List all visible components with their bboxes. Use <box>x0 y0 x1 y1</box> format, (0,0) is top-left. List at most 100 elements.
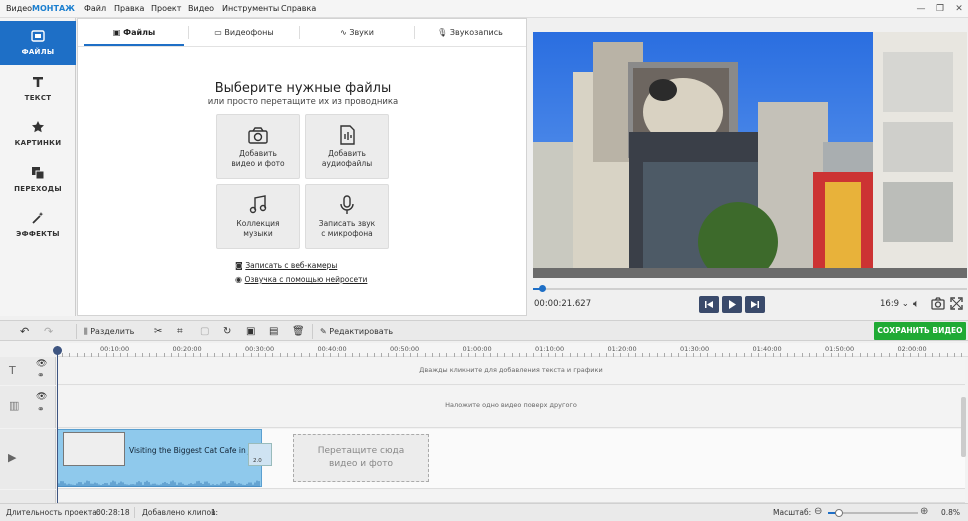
text-track-hint: Дважды кликните для добавления текста и … <box>419 366 603 374</box>
webcam-link-row[interactable]: ◙ Записать с веб-камеры <box>235 261 337 270</box>
overlay-track-header: ▥ 👁︎ ⚭ <box>0 386 56 428</box>
tab-video-backgrounds[interactable]: ▭ Видеофоны <box>190 19 298 46</box>
menu-tools[interactable]: Инструменты <box>222 4 279 13</box>
skip-back-icon <box>705 301 713 308</box>
video-track-header: ▶ <box>0 429 56 489</box>
menu-edit[interactable]: Правка <box>114 4 144 13</box>
panel-heading: Выберите нужные файлы <box>214 81 392 96</box>
split-button[interactable]: ⫼ Разделить <box>84 325 134 338</box>
undo-icon[interactable]: ↶ <box>20 325 29 338</box>
audio-track-header <box>0 490 56 503</box>
edit-button[interactable]: ✎ Редактировать <box>320 325 393 338</box>
clips-count-label: Добавлено клипов: <box>142 508 219 517</box>
zoom-value: 0.8% <box>941 508 961 517</box>
cut-icon[interactable]: ✂ <box>154 325 162 338</box>
tab-sound-recording[interactable]: 🎙 Звукозапись <box>416 19 524 46</box>
transitions-icon <box>32 167 45 180</box>
menu-help[interactable]: Справка <box>281 4 316 13</box>
scrubber-handle[interactable] <box>538 285 546 292</box>
menu-video[interactable]: Видео <box>188 4 214 13</box>
tab-sounds[interactable]: ∿ Звуки <box>301 19 413 46</box>
record-webcam-link[interactable]: Записать с веб-камеры <box>245 261 337 270</box>
ai-voice-icon: ◉ <box>235 275 245 284</box>
sidebar-item-files[interactable]: ФАЙЛЫ <box>0 21 76 65</box>
link-icon[interactable]: ⚭ <box>37 405 45 415</box>
fullscreen-icon[interactable] <box>950 297 963 312</box>
add-audio-button[interactable]: Добавить аудиофайлы <box>305 114 389 179</box>
timeline-ruler[interactable]: 00:10:00 00:20:00 00:30:00 00:40:00 00:50:00… <box>58 343 968 357</box>
audio-waveform <box>58 480 260 487</box>
film-icon: ▭ <box>214 28 225 37</box>
menu-project[interactable]: Проект <box>151 4 181 13</box>
status-divider <box>134 507 135 518</box>
properties-icon[interactable]: ▤ <box>269 325 278 338</box>
crop-icon[interactable]: ⌗ <box>177 325 183 338</box>
ai-voiceover-link[interactable]: Озвучка с помощью нейросети <box>245 275 368 284</box>
add-video-photo-button[interactable]: Добавить видео и фото <box>216 114 300 179</box>
video-clip[interactable]: Visiting the Biggest Cat Cafe in Japa 2.… <box>57 429 272 487</box>
eye-icon[interactable]: 👁︎ <box>36 392 47 402</box>
audio-track[interactable] <box>57 490 965 503</box>
sidebar-item-effects[interactable]: ЭФФЕКТЫ <box>3 203 73 247</box>
previous-frame-button[interactable] <box>699 296 719 313</box>
play-button[interactable] <box>722 296 742 313</box>
next-frame-button[interactable] <box>745 296 765 313</box>
rotate-icon[interactable]: ↻ <box>223 325 231 338</box>
zoom-label: Масштаб: <box>773 508 812 517</box>
zoom-out-icon[interactable]: ⊖ <box>814 506 822 517</box>
tab-files[interactable]: ▣ Файлы <box>84 19 184 46</box>
menu-file[interactable]: Файл <box>84 4 106 13</box>
sidebar-item-transitions[interactable]: ПЕРЕХОДЫ <box>3 158 73 202</box>
volume-icon[interactable]: 🔈︎ <box>913 297 920 311</box>
frame-icon[interactable]: ▣ <box>246 325 255 338</box>
delete-icon[interactable]: 🗑︎ <box>292 325 305 338</box>
image-icon: ▣ <box>112 28 124 37</box>
minimize-icon[interactable]: — <box>914 3 928 15</box>
ruler-tick-label: 01:50:00 <box>825 345 855 353</box>
transition-thumbnail[interactable]: 2.0 <box>248 443 272 466</box>
overlay-track-hint: Наложите одно видео поверх другого <box>445 401 577 409</box>
record-microphone-button[interactable]: Записать звук с микрофона <box>305 184 389 249</box>
ruler-tick-label: 00:50:00 <box>390 345 420 353</box>
redo-icon[interactable]: ↷ <box>44 325 53 338</box>
duration-label: Длительность проекта: <box>6 508 100 517</box>
timeline-scrollbar[interactable] <box>961 397 966 457</box>
tab-divider <box>188 26 189 39</box>
sidebar-item-images[interactable]: КАРТИНКИ <box>3 112 73 156</box>
close-icon[interactable]: ✕ <box>952 3 966 15</box>
playhead-handle[interactable] <box>53 346 62 355</box>
zoom-slider-handle[interactable] <box>834 509 843 517</box>
film-strip-icon: ▥ <box>9 399 20 412</box>
ruler-tick-label: 02:00:00 <box>897 345 927 353</box>
save-video-button[interactable]: СОХРАНИТЬ ВИДЕО <box>874 322 966 340</box>
aspect-icon[interactable]: ▢ <box>200 325 209 338</box>
overlay-track[interactable]: Наложите одно видео поверх другого <box>57 386 965 428</box>
voiceover-link-row[interactable]: ◉ Озвучка с помощью нейросети <box>235 275 367 284</box>
ruler-tick-label: 00:20:00 <box>172 345 202 353</box>
edit-toolbar: ↶ ↷ ⫼ Разделить ✂ ⌗ ▢ ↻ ▣ ▤ 🗑︎ ✎ Редакти… <box>0 320 968 341</box>
clips-count-value: 1 <box>211 508 216 517</box>
tab-divider <box>414 26 415 39</box>
ruler-tick-label: 00:30:00 <box>245 345 275 353</box>
sidebar: ФАЙЛЫ ТЕКСТ КАРТИНКИ ПЕРЕХОДЫ ЭФФЕКТЫ <box>0 18 76 316</box>
clip-title: Visiting the Biggest Cat Cafe in Japa <box>129 446 251 455</box>
panel-subheading: или просто перетащите их из проводника <box>207 97 399 107</box>
eye-icon[interactable]: 👁︎ <box>36 359 47 369</box>
aspect-ratio-select[interactable]: 16:9 ⌄ <box>880 299 909 309</box>
zoom-in-icon[interactable]: ⊕ <box>920 506 928 517</box>
link-icon[interactable]: ⚭ <box>37 371 45 381</box>
ruler-tick-label: 01:20:00 <box>607 345 637 353</box>
snapshot-icon[interactable] <box>931 297 945 312</box>
drop-zone[interactable]: Перетащите сюда видео и фото <box>293 434 429 482</box>
chevron-down-icon: ⌄ <box>901 299 909 309</box>
audio-file-icon <box>340 125 355 145</box>
video-preview[interactable] <box>533 32 967 278</box>
video-frame-image <box>533 32 967 278</box>
text-track[interactable]: Дважды кликните для добавления текста и … <box>57 357 965 385</box>
zoom-slider[interactable] <box>828 509 918 517</box>
playhead[interactable] <box>53 346 62 503</box>
maximize-icon[interactable]: ❐ <box>933 3 947 15</box>
sidebar-item-text[interactable]: ТЕКСТ <box>3 67 73 111</box>
playback-scrubber[interactable] <box>533 284 967 294</box>
music-collection-button[interactable]: Коллекция музыки <box>216 184 300 249</box>
